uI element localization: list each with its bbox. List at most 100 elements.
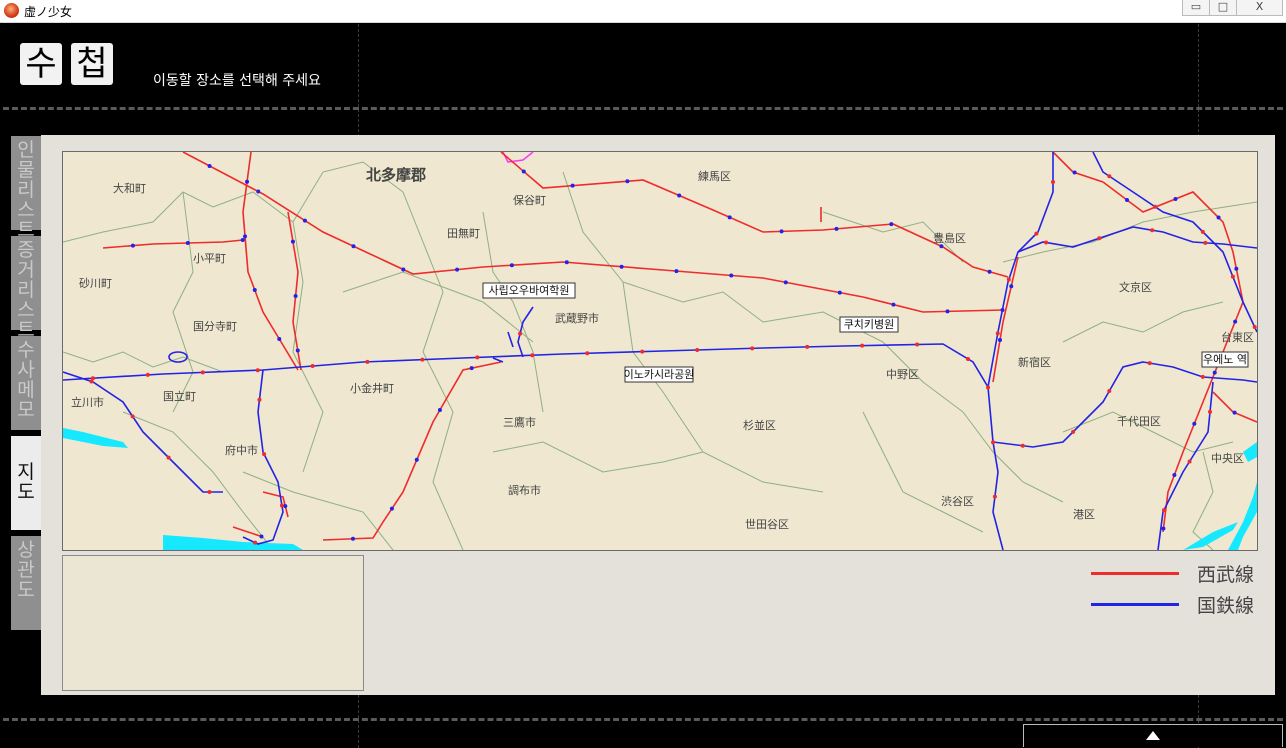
station-dot (240, 238, 245, 243)
station-dot (986, 385, 991, 390)
legend-label: 国鉄線 (1197, 595, 1255, 617)
station-dot (1172, 472, 1177, 477)
station-dot (200, 370, 205, 375)
logo-char-2: 첩 (71, 43, 113, 85)
district-label: 保谷町 (513, 193, 546, 207)
district-label: 中野区 (886, 368, 919, 381)
district-label: 港区 (1073, 508, 1095, 521)
station-dot (243, 234, 248, 239)
station-dot (302, 218, 307, 223)
arrow-up-icon (1146, 731, 1160, 740)
station-dot (257, 397, 262, 402)
station-dot (350, 536, 355, 541)
station-dot (253, 540, 258, 545)
station-dot (290, 239, 295, 244)
tab-map[interactable]: 지도 (11, 436, 41, 530)
tab-label: 상관도 (17, 539, 35, 601)
district-label: 小平町 (193, 252, 226, 265)
district-label: 三鷹市 (503, 415, 536, 429)
tab-investigation-memo[interactable]: 수사메모 (11, 336, 41, 430)
station-dot (1203, 240, 1208, 245)
station-dot (279, 503, 284, 508)
station-dot (1212, 370, 1217, 375)
station-dot (750, 346, 755, 351)
window-title: 虚ノ少女 (24, 5, 73, 19)
district-label: 国分寺町 (193, 320, 237, 333)
district-label: 新宿区 (1018, 355, 1051, 369)
district-label: 豊島区 (933, 231, 966, 245)
station-dot (351, 244, 356, 249)
station-dot (779, 229, 784, 234)
station-dot (207, 490, 212, 494)
station-dot (997, 338, 1002, 343)
station-dot (1107, 388, 1112, 393)
location-marker-ueno-station[interactable]: 우에노 역 (1201, 351, 1249, 368)
station-dot (1232, 410, 1237, 415)
location-marker-kuchiki-hospital[interactable]: 쿠치키병원 (839, 316, 899, 333)
station-dot (1208, 409, 1213, 414)
station-dot (245, 179, 250, 184)
station-dot (783, 280, 788, 285)
station-dot (695, 347, 700, 352)
station-dot (509, 263, 514, 268)
station-dot (1009, 284, 1014, 289)
district-label: 北多摩郡 (366, 166, 426, 184)
minimize-button[interactable]: ▭ (1182, 0, 1210, 16)
station-dot (834, 226, 839, 231)
district-label: 砂川町 (79, 277, 112, 290)
station-dot (414, 457, 419, 462)
station-dot (401, 267, 406, 272)
station-dot (166, 455, 171, 460)
station-dot (677, 193, 682, 198)
instruction-text: 이동할 장소를 선택해 주세요 (153, 73, 321, 89)
tab-relationship-chart[interactable]: 상관도 (11, 536, 41, 630)
tab-label: 지도 (17, 461, 35, 503)
station-dot (1147, 361, 1152, 366)
station-dot (995, 331, 1000, 336)
station-dot (640, 349, 645, 354)
maximize-button[interactable]: □ (1209, 0, 1237, 16)
station-dot (89, 379, 94, 384)
location-marker-ouba-academy[interactable]: 사립오우바여학원 (482, 282, 576, 299)
tab-character-list[interactable]: 인물리스트 (11, 136, 41, 240)
map-canvas: 北多摩郡 大和町 小平町 砂川町 国分寺町 立川市 国立町 府中市 小金井町 保… (63, 152, 1257, 550)
station-dot (585, 351, 590, 356)
station-dot (1125, 198, 1129, 202)
app-icon (4, 3, 19, 18)
location-marker-inokashira-park[interactable]: 이노카시라공원 (624, 366, 695, 383)
tab-evidence-list[interactable]: 증거리스트 (11, 236, 41, 340)
game-screen: 수 첩 이동할 장소를 선택해 주세요 인물리스트 증거리스트 수사메모 지도 … (3, 24, 1283, 748)
station-dot (295, 348, 300, 353)
district-label: 府中市 (225, 443, 258, 457)
station-dot (469, 366, 474, 371)
station-dot (570, 183, 575, 188)
station-dot (889, 222, 894, 227)
location-label: 우에노 역 (1203, 353, 1247, 366)
station-dot (262, 452, 267, 457)
station-dot (1234, 266, 1239, 271)
station-dot (860, 343, 865, 348)
divider-top (3, 107, 1283, 110)
station-dot (805, 344, 810, 349)
station-dot (1107, 174, 1112, 179)
logo-char-1: 수 (20, 43, 62, 85)
station-dot (1006, 277, 1011, 282)
station-dot (207, 163, 212, 168)
district-label: 台東区 (1221, 330, 1254, 344)
station-dot (1071, 429, 1076, 434)
station-dot (915, 342, 920, 347)
close-button[interactable]: X (1236, 0, 1283, 16)
district-label: 国立町 (163, 389, 196, 403)
station-dot (256, 189, 261, 194)
district-label: 文京区 (1119, 280, 1152, 294)
station-dot (1150, 228, 1155, 233)
legend-line-seibu (1091, 572, 1179, 575)
station-dot (283, 504, 288, 509)
district-label: 調布市 (508, 483, 541, 497)
station-dot (965, 356, 970, 361)
page-up-button[interactable] (1023, 724, 1283, 747)
station-dot (1072, 170, 1077, 175)
station-dot (521, 169, 526, 174)
legend-line-jr (1091, 603, 1179, 606)
station-dot (255, 368, 260, 373)
